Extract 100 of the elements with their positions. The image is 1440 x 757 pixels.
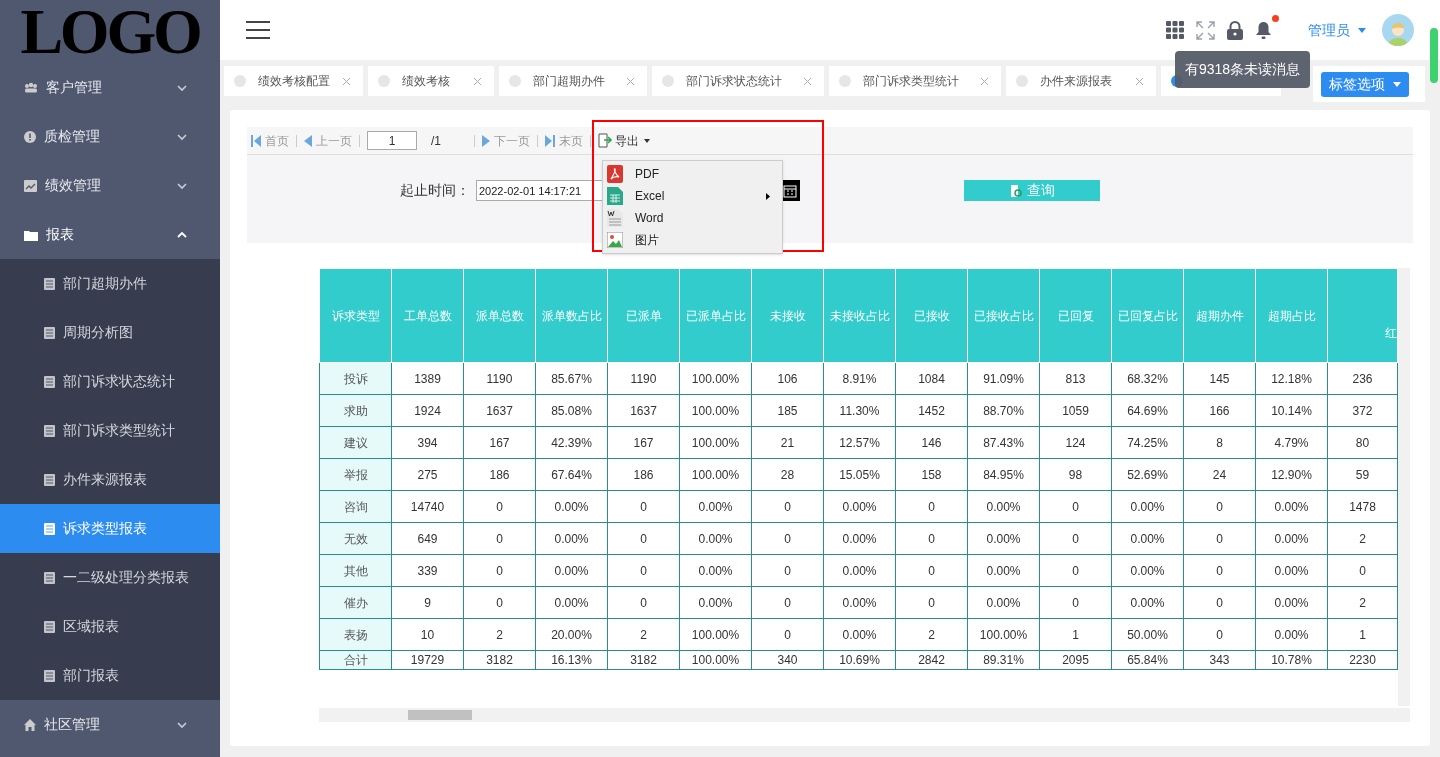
table-cell: 9 <box>391 586 464 619</box>
table-cell: 74.25% <box>1111 426 1184 459</box>
table-cell: 1084 <box>895 362 968 395</box>
table-cell: 813 <box>1039 362 1112 395</box>
table-cell: 0.00% <box>823 490 896 523</box>
table-cell: 0 <box>463 522 536 555</box>
table-cell: 11.30% <box>823 394 896 427</box>
column-header: 未接收占比 <box>823 268 896 363</box>
table-cell: 1389 <box>391 362 464 395</box>
table-cell: 0.00% <box>1255 490 1328 523</box>
table-cell: 145 <box>1183 362 1256 395</box>
table-cell: 0 <box>1039 522 1112 555</box>
notification-tooltip: 有9318条未读消息 <box>1175 51 1311 88</box>
table-cell: 146 <box>895 426 968 459</box>
table-cell: 1 <box>1327 618 1398 651</box>
table-cell: 100.00% <box>679 426 752 459</box>
table-cell: 0 <box>1183 554 1256 587</box>
table-cell: 24 <box>1183 458 1256 491</box>
table-cell: 0 <box>1039 490 1112 523</box>
column-header: 已回复 <box>1039 268 1112 363</box>
table-cell: 28 <box>751 458 824 491</box>
column-header: 超期占比 <box>1255 268 1328 363</box>
table-cell: 98 <box>1039 458 1112 491</box>
table-cell: 0 <box>895 522 968 555</box>
table-cell: 0.00% <box>679 554 752 587</box>
table-cell: 0 <box>1183 586 1256 619</box>
table-cell: 1637 <box>463 394 536 427</box>
table-cell: 0.00% <box>823 586 896 619</box>
table-cell: 649 <box>391 522 464 555</box>
table-cell: 8.91% <box>823 362 896 395</box>
table-cell: 0.00% <box>679 586 752 619</box>
row-header: 无效 <box>319 522 392 555</box>
table-cell: 0 <box>895 586 968 619</box>
table-cell: 1059 <box>1039 394 1112 427</box>
row-header: 表扬 <box>319 618 392 651</box>
table-cell: 0.00% <box>823 618 896 651</box>
table-cell: 64.69% <box>1111 394 1184 427</box>
table-cell: 186 <box>607 458 680 491</box>
table-cell: 12.90% <box>1255 458 1328 491</box>
table-cell: 0 <box>1183 490 1256 523</box>
table-cell: 4.79% <box>1255 426 1328 459</box>
table-cell: 0.00% <box>679 490 752 523</box>
row-header: 催办 <box>319 586 392 619</box>
table-cell: 275 <box>391 458 464 491</box>
table-cell: 0 <box>751 490 824 523</box>
column-header: 已接收占比 <box>967 268 1040 363</box>
table-cell: 0 <box>1039 586 1112 619</box>
column-header: 已接收 <box>895 268 968 363</box>
table-cell: 100.00% <box>679 362 752 395</box>
table-cell: 185 <box>751 394 824 427</box>
table-cell: 21 <box>751 426 824 459</box>
table-cell: 0 <box>1327 554 1398 587</box>
table-cell: 158 <box>895 458 968 491</box>
table-cell: 0 <box>751 586 824 619</box>
row-header: 建议 <box>319 426 392 459</box>
table-cell: 1637 <box>607 394 680 427</box>
table-cell: 1478 <box>1327 490 1398 523</box>
table-cell: 0.00% <box>823 522 896 555</box>
table-cell: 372 <box>1327 394 1398 427</box>
table-cell: 0.00% <box>1255 618 1328 651</box>
row-header: 投诉 <box>319 362 392 395</box>
table-cell: 0.00% <box>1111 522 1184 555</box>
table-cell: 186 <box>463 458 536 491</box>
table-cell: 2 <box>607 618 680 651</box>
table-cell: 100.00% <box>679 458 752 491</box>
table-cell: 0 <box>607 554 680 587</box>
table-cell: 100.00% <box>679 618 752 651</box>
table-cell: 0.00% <box>967 586 1040 619</box>
table-cell: 20.00% <box>535 618 608 651</box>
table-cell: 0 <box>1183 618 1256 651</box>
table-cell: 0 <box>751 554 824 587</box>
table-cell: 0.00% <box>1255 586 1328 619</box>
table-cell: 10.14% <box>1255 394 1328 427</box>
table-cell: 2 <box>1327 522 1398 555</box>
table-cell: 59 <box>1327 458 1398 491</box>
column-header: 派单数占比 <box>535 268 608 363</box>
date-range-label: 起止时间： <box>400 181 470 200</box>
table-cell: 2 <box>463 618 536 651</box>
table-cell: 0 <box>895 554 968 587</box>
table-cell: 1190 <box>607 362 680 395</box>
table-cell: 85.08% <box>535 394 608 427</box>
table-cell: 85.67% <box>535 362 608 395</box>
table-cell: 0.00% <box>967 490 1040 523</box>
table-cell: 0 <box>607 586 680 619</box>
table-cell: 0 <box>463 586 536 619</box>
table-cell: 106 <box>751 362 824 395</box>
table-cell: 2 <box>1327 586 1398 619</box>
column-header: 已派单 <box>607 268 680 363</box>
table-cell: 0.00% <box>535 522 608 555</box>
table-cell: 15.05% <box>823 458 896 491</box>
table-cell: 0.00% <box>679 522 752 555</box>
table-cell: 167 <box>607 426 680 459</box>
table-cell: 0.00% <box>1111 490 1184 523</box>
table-cell: 1 <box>1039 618 1112 651</box>
table-cell: 394 <box>391 426 464 459</box>
column-header: 工单总数 <box>391 268 464 363</box>
table-cell: 124 <box>1039 426 1112 459</box>
page-total: /1 <box>431 132 442 150</box>
table-cell: 0.00% <box>1255 554 1328 587</box>
table-cell: 50.00% <box>1111 618 1184 651</box>
